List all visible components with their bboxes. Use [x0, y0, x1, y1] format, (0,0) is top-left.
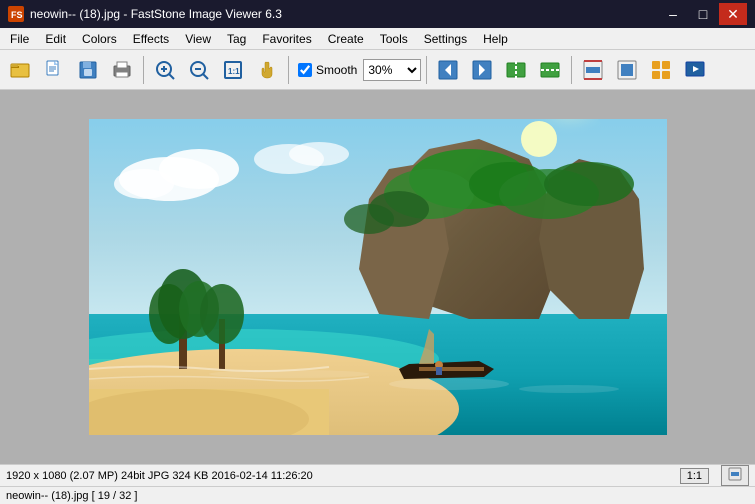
- open-file-button[interactable]: [38, 54, 70, 86]
- open-folder-button[interactable]: [4, 54, 36, 86]
- smooth-container: Smooth: [298, 63, 357, 77]
- menu-favorites[interactable]: Favorites: [254, 28, 319, 49]
- toolbar-separator-2: [288, 56, 289, 84]
- menu-bar: File Edit Colors Effects View Tag Favori…: [0, 28, 755, 50]
- status-info: 1920 x 1080 (2.07 MP) 24bit JPG 324 KB 2…: [6, 470, 313, 482]
- flip-v-button[interactable]: [534, 54, 566, 86]
- menu-view[interactable]: View: [177, 28, 219, 49]
- menu-help[interactable]: Help: [475, 28, 516, 49]
- ratio-button[interactable]: 1:1: [680, 468, 709, 484]
- close-button[interactable]: ✕: [719, 3, 747, 25]
- slideshow-button[interactable]: [679, 54, 711, 86]
- svg-text:1:1: 1:1: [228, 67, 240, 76]
- menu-settings[interactable]: Settings: [416, 28, 475, 49]
- hand-tool-button[interactable]: [251, 54, 283, 86]
- toolbar-separator-3: [426, 56, 427, 84]
- app-icon: FS: [8, 6, 24, 22]
- toolbar-separator-1: [143, 56, 144, 84]
- minimize-button[interactable]: –: [659, 3, 687, 25]
- thumbnail-button[interactable]: [645, 54, 677, 86]
- filename-status: neowin-- (18).jpg [ 19 / 32 ]: [6, 490, 137, 502]
- menu-colors[interactable]: Colors: [74, 28, 125, 49]
- toolbar: 1:1 Smooth 30% 10% 25% 50% 75% 100%: [0, 50, 755, 90]
- status-zoom-button[interactable]: [721, 465, 749, 486]
- toolbar-separator-4: [571, 56, 572, 84]
- title-left: FS neowin-- (18).jpg - FastStone Image V…: [8, 6, 282, 22]
- zoom-out-button[interactable]: [183, 54, 215, 86]
- image-display: [89, 119, 667, 435]
- main-area: [0, 90, 755, 464]
- menu-effects[interactable]: Effects: [125, 28, 177, 49]
- image-container: [89, 119, 667, 435]
- menu-edit[interactable]: Edit: [37, 28, 74, 49]
- menu-tag[interactable]: Tag: [219, 28, 254, 49]
- status-bar: 1920 x 1080 (2.07 MP) 24bit JPG 324 KB 2…: [0, 464, 755, 486]
- print-button[interactable]: [106, 54, 138, 86]
- actual-size-button[interactable]: 1:1: [217, 54, 249, 86]
- menu-create[interactable]: Create: [320, 28, 372, 49]
- fit-width-button[interactable]: [577, 54, 609, 86]
- zoom-in-button[interactable]: [149, 54, 181, 86]
- smooth-checkbox[interactable]: [298, 63, 312, 77]
- fullscreen-button[interactable]: [611, 54, 643, 86]
- title-controls: – □ ✕: [659, 3, 747, 25]
- menu-tools[interactable]: Tools: [372, 28, 416, 49]
- svg-text:FS: FS: [11, 10, 23, 20]
- save-button[interactable]: [72, 54, 104, 86]
- status-bottom: neowin-- (18).jpg [ 19 / 32 ]: [0, 486, 755, 504]
- maximize-button[interactable]: □: [689, 3, 717, 25]
- menu-file[interactable]: File: [2, 28, 37, 49]
- window-title: neowin-- (18).jpg - FastStone Image View…: [30, 7, 282, 21]
- flip-h-button[interactable]: [500, 54, 532, 86]
- status-right-controls: 1:1: [680, 465, 749, 486]
- title-bar: FS neowin-- (18).jpg - FastStone Image V…: [0, 0, 755, 28]
- smooth-label: Smooth: [316, 63, 357, 77]
- prev-image-button[interactable]: [432, 54, 464, 86]
- zoom-select[interactable]: 30% 10% 25% 50% 75% 100%: [363, 59, 421, 81]
- next-image-button[interactable]: [466, 54, 498, 86]
